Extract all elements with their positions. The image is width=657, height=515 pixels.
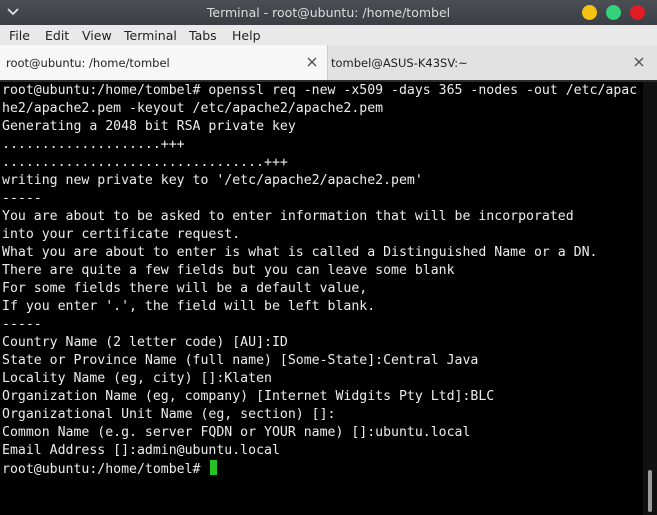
tab-tombel-asus[interactable]: tombel@ASUS-K43SV:~ xyxy=(328,45,657,80)
maximize-button[interactable] xyxy=(606,5,621,20)
terminal-window: Terminal - root@ubuntu: /home/tombel Fil… xyxy=(0,0,657,515)
close-icon[interactable] xyxy=(633,56,645,68)
terminal-line: You are about to be asked to enter infor… xyxy=(2,209,574,224)
window-title: Terminal - root@ubuntu: /home/tombel xyxy=(206,5,451,20)
menu-help[interactable]: Help xyxy=(232,28,261,43)
terminal-line: root@ubuntu:/home/tombel# openssl req -n… xyxy=(2,83,638,98)
terminal-line: he2/apache2.pem -keyout /etc/apache2/apa… xyxy=(2,101,384,116)
tab-label: tombel@ASUS-K43SV:~ xyxy=(331,56,468,70)
terminal-prompt: root@ubuntu:/home/tombel# xyxy=(2,462,209,477)
terminal-output[interactable]: root@ubuntu:/home/tombel# openssl req -n… xyxy=(0,82,643,515)
terminal-line: State or Province Name (full name) [Some… xyxy=(2,353,479,368)
tab-bar: root@ubuntu: /home/tombel tombel@ASUS-K4… xyxy=(0,45,657,80)
terminal-line: ----- xyxy=(2,191,42,206)
menu-view[interactable]: View xyxy=(82,28,112,43)
terminal-line: Organizational Unit Name (eg, section) [… xyxy=(2,407,336,422)
terminal-line: ----- xyxy=(2,317,42,332)
terminal-line: .................................+++ xyxy=(2,155,288,170)
menu-edit[interactable]: Edit xyxy=(45,28,69,43)
terminal-line: Generating a 2048 bit RSA private key xyxy=(2,119,296,134)
terminal-line: Locality Name (eg, city) []:Klaten xyxy=(2,371,272,386)
terminal-text: root@ubuntu:/home/tombel# openssl req -n… xyxy=(2,82,637,479)
terminal-line: into your certificate request. xyxy=(2,227,241,242)
terminal-line: Organization Name (eg, company) [Interne… xyxy=(2,389,495,404)
minimize-button[interactable] xyxy=(582,5,597,20)
close-window-button[interactable] xyxy=(630,5,645,20)
terminal-line: ....................+++ xyxy=(2,137,185,152)
terminal-scrollbar[interactable] xyxy=(643,82,657,515)
menu-tabs[interactable]: Tabs xyxy=(189,28,217,43)
tab-label: root@ubuntu: /home/tombel xyxy=(6,56,170,70)
scrollbar-thumb[interactable] xyxy=(648,470,652,512)
tab-root-ubuntu[interactable]: root@ubuntu: /home/tombel xyxy=(0,45,328,80)
terminal-line: Email Address []:admin@ubuntu.local xyxy=(2,443,280,458)
terminal-line: There are quite a few fields but you can… xyxy=(2,263,455,278)
menu-bar: File Edit View Terminal Tabs Help xyxy=(0,25,657,46)
menu-file[interactable]: File xyxy=(9,28,30,43)
terminal-line: What you are about to enter is what is c… xyxy=(2,245,598,260)
terminal-line: Country Name (2 letter code) [AU]:ID xyxy=(2,335,288,350)
terminal-cursor xyxy=(210,460,218,475)
menu-terminal[interactable]: Terminal xyxy=(124,28,177,43)
terminal-line: For some fields there will be a default … xyxy=(2,281,368,296)
terminal-line: Common Name (e.g. server FQDN or YOUR na… xyxy=(2,425,471,440)
close-icon[interactable] xyxy=(306,56,318,68)
title-bar[interactable]: Terminal - root@ubuntu: /home/tombel xyxy=(0,0,657,25)
terminal-line: If you enter '.', the field will be left… xyxy=(2,299,376,314)
terminal-line: writing new private key to '/etc/apache2… xyxy=(2,173,423,188)
